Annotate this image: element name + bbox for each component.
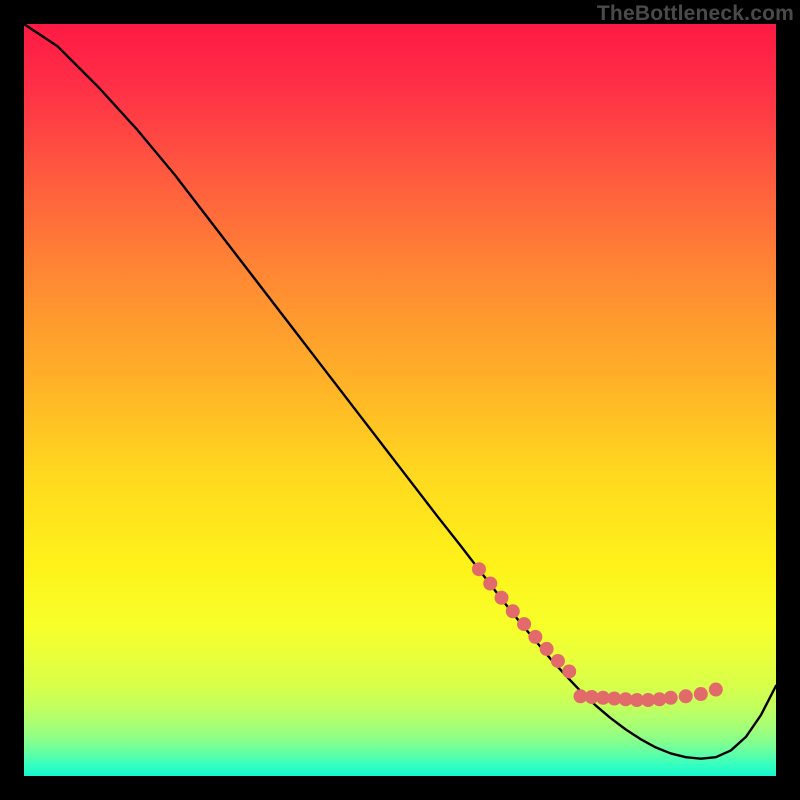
marker-dot xyxy=(517,617,531,631)
marker-dot xyxy=(664,691,678,705)
marker-dot xyxy=(506,604,520,618)
curve-layer xyxy=(24,24,776,776)
marker-dot xyxy=(472,562,486,576)
marker-dots xyxy=(472,562,723,707)
marker-dot xyxy=(709,683,723,697)
marker-dot xyxy=(562,664,576,678)
watermark-text: TheBottleneck.com xyxy=(597,2,794,26)
marker-dot xyxy=(495,591,509,605)
marker-dot xyxy=(528,630,542,644)
marker-dot xyxy=(694,687,708,701)
marker-dot xyxy=(483,576,497,590)
plot-area xyxy=(24,24,776,776)
marker-dot xyxy=(551,654,565,668)
chart-frame: TheBottleneck.com xyxy=(0,0,800,800)
marker-dot xyxy=(540,642,554,656)
bottleneck-curve xyxy=(24,24,776,759)
marker-dot xyxy=(679,689,693,703)
